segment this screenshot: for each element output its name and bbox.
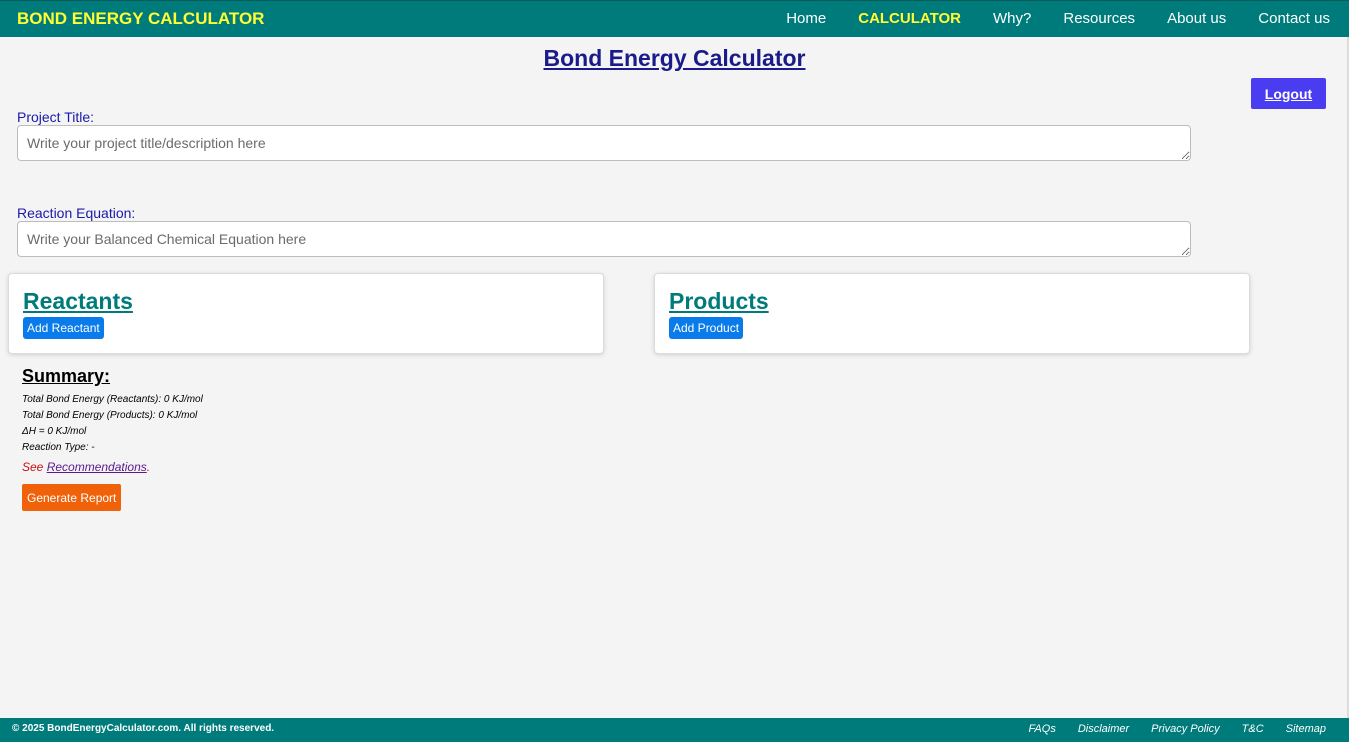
summary-section: Summary: Total Bond Energy (Reactants): … [22, 366, 203, 511]
footer-links: FAQs Disclaimer Privacy Policy T&C Sitem… [1007, 723, 1326, 735]
reactants-energy-text: Total Bond Energy (Reactants): 0 KJ/mol [22, 394, 203, 405]
nav-links: Home CALCULATOR Why? Resources About us … [754, 10, 1330, 27]
reactants-title: Reactants [23, 288, 133, 314]
reaction-type-text: Reaction Type: - [22, 442, 95, 453]
brand-logo-text[interactable]: BOND ENERGY CALCULATOR [17, 9, 264, 29]
see-recommendations-line: See Recommendations. [22, 460, 203, 474]
nav-link-calculator[interactable]: CALCULATOR [858, 10, 961, 27]
top-navbar: BOND ENERGY CALCULATOR Home CALCULATOR W… [0, 0, 1349, 37]
summary-title: Summary: [22, 366, 111, 386]
project-title-label: Project Title: [17, 109, 95, 125]
reaction-equation-input[interactable] [17, 221, 1191, 257]
generate-report-button[interactable]: Generate Report [22, 484, 122, 511]
nav-link-contact-us[interactable]: Contact us [1258, 10, 1330, 27]
footer-link-privacy-policy[interactable]: Privacy Policy [1151, 723, 1219, 735]
project-title-input[interactable] [17, 125, 1191, 161]
copyright-text: © 2025 BondEnergyCalculator.com. All rig… [12, 723, 275, 734]
page-title: Bond Energy Calculator [543, 45, 806, 71]
see-prefix: See [22, 460, 47, 474]
products-energy-text: Total Bond Energy (Products): 0 KJ/mol [22, 410, 198, 421]
nav-link-about-us[interactable]: About us [1167, 10, 1226, 27]
nav-link-home[interactable]: Home [786, 10, 826, 27]
see-suffix: . [146, 460, 151, 474]
add-product-button[interactable]: Add Product [669, 317, 744, 339]
recommendations-link[interactable]: Recommendations [47, 460, 147, 474]
products-card: Products Add Product [654, 273, 1250, 354]
nav-link-why[interactable]: Why? [993, 10, 1031, 27]
footer: © 2025 BondEnergyCalculator.com. All rig… [0, 718, 1349, 742]
reactants-card: Reactants Add Reactant [8, 273, 604, 354]
logout-button[interactable]: Logout [1251, 78, 1326, 109]
footer-link-sitemap[interactable]: Sitemap [1286, 723, 1326, 735]
footer-link-disclaimer[interactable]: Disclaimer [1078, 723, 1129, 735]
footer-link-terms[interactable]: T&C [1242, 723, 1264, 735]
add-reactant-button[interactable]: Add Reactant [23, 317, 104, 339]
reaction-equation-label: Reaction Equation: [17, 205, 136, 221]
products-title: Products [669, 288, 769, 314]
footer-link-faqs[interactable]: FAQs [1029, 723, 1056, 735]
delta-h-text: ΔH = 0 KJ/mol [22, 426, 87, 437]
nav-link-resources[interactable]: Resources [1063, 10, 1135, 27]
